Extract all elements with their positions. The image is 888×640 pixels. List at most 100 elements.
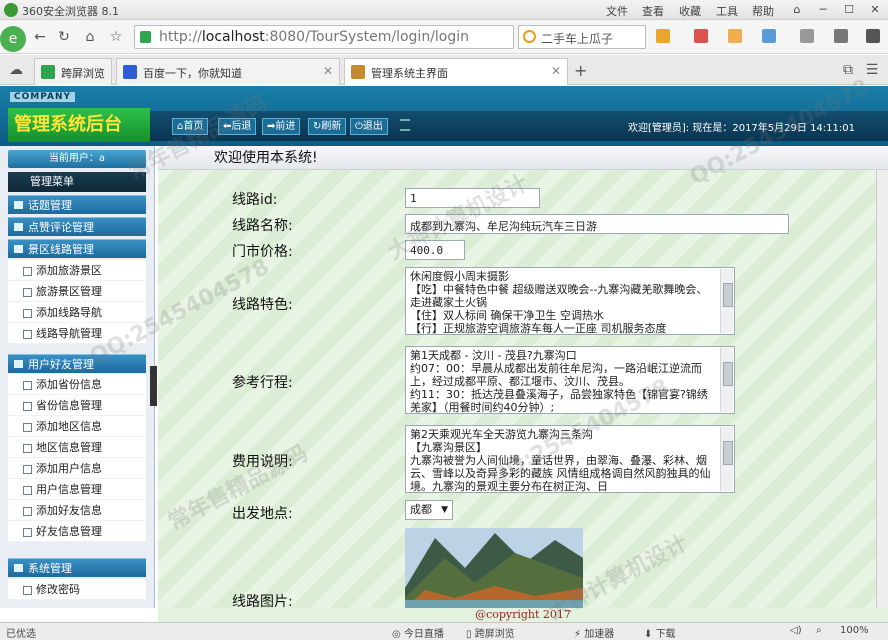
fee-scrollbar[interactable] bbox=[720, 427, 733, 491]
group-like-comment-management[interactable]: 点赞评论管理 bbox=[8, 217, 146, 236]
fee-label: 费用说明: bbox=[232, 454, 293, 470]
group-user-friend-management[interactable]: 用户好友管理 bbox=[8, 354, 146, 373]
sidebar-item-add-friend[interactable]: 添加好友信息 bbox=[8, 500, 146, 521]
secure-shield-icon bbox=[140, 31, 151, 43]
features-textarea[interactable]: 休闲度假小周末摄影 【吃】中餐特色中餐 超级赠送双晚会--九寨沟藏羌歌舞晚会、走… bbox=[405, 267, 735, 335]
cloud-icon[interactable]: ☁ bbox=[6, 60, 26, 80]
menu-help[interactable]: 帮助 bbox=[752, 3, 774, 19]
group-topic-management[interactable]: 话题管理 bbox=[8, 195, 146, 214]
status-accelerator[interactable]: ⚡ 加速器 bbox=[574, 625, 614, 640]
volume-icon[interactable]: ◁) bbox=[790, 625, 802, 636]
image-label: 线路图片: bbox=[232, 594, 293, 608]
address-bar[interactable]: http://localhost:8080/TourSystem/login/l… bbox=[134, 25, 514, 49]
menu-file[interactable]: 文件 bbox=[606, 3, 628, 19]
sidebar-item-add-route[interactable]: 添加线路导航 bbox=[8, 302, 146, 323]
reload-icon[interactable]: ↻ bbox=[54, 27, 74, 47]
close-window-icon[interactable]: ✕ bbox=[862, 1, 888, 18]
sidebar-item-add-user[interactable]: 添加用户信息 bbox=[8, 458, 146, 479]
home-icon[interactable]: ⌂ bbox=[80, 27, 100, 47]
menu-view[interactable]: 查看 bbox=[642, 3, 664, 19]
route-name-label: 线路名称: bbox=[232, 218, 293, 234]
close-tab-icon[interactable]: ✕ bbox=[323, 64, 333, 78]
browser-title: 360安全浏览器 8.1 bbox=[22, 5, 119, 18]
fee-textarea[interactable]: 第2天乘观光车全天游览九寨沟三条沟 【九寨沟景区】 九寨沟被誉为人间仙境，童话世… bbox=[405, 425, 735, 493]
refresh-button[interactable]: ↻刷新 bbox=[308, 118, 347, 135]
home-button[interactable]: ⌂首页 bbox=[172, 118, 209, 135]
browser-logo-icon bbox=[4, 3, 18, 17]
url-text[interactable]: http://localhost:8080/TourSystem/login/l… bbox=[159, 29, 469, 45]
sidebar-item-region-management[interactable]: 地区信息管理 bbox=[8, 437, 146, 458]
menu-favorites[interactable]: 收藏 bbox=[679, 3, 701, 19]
itinerary-label: 参考行程: bbox=[232, 375, 293, 391]
group-scenic-route-management[interactable]: 景区线路管理 bbox=[8, 239, 146, 258]
tab-admin-main[interactable]: 管理系统主界面 ✕ bbox=[344, 58, 568, 85]
new-tab-button[interactable]: + bbox=[574, 61, 587, 80]
mail-icon[interactable] bbox=[694, 29, 708, 43]
phone-icon bbox=[41, 65, 55, 79]
chevron-down-icon: ▼ bbox=[441, 505, 448, 515]
tab-restore-icon[interactable]: ⧉ bbox=[838, 60, 858, 80]
status-cross-screen[interactable]: ▯ 跨屏浏览 bbox=[466, 625, 515, 640]
welcome-status: 欢迎[管理员]: 现在是：2017年5月29日 14:11:01 bbox=[628, 123, 855, 134]
sidebar-collapse-handle[interactable] bbox=[150, 366, 157, 406]
sidebar-item-friend-management[interactable]: 好友信息管理 bbox=[8, 521, 146, 542]
zoom-icon[interactable]: ⌕ bbox=[816, 625, 822, 636]
menu-icon[interactable] bbox=[866, 29, 880, 43]
copyright-footer: @copyright 2017 bbox=[158, 608, 888, 622]
search-box[interactable]: 二手车上瓜子 bbox=[518, 25, 646, 49]
forward-button[interactable]: ➡前进 bbox=[262, 118, 301, 135]
sidebar-item-add-region[interactable]: 添加地区信息 bbox=[8, 416, 146, 437]
group-system-management[interactable]: 系统管理 bbox=[8, 558, 146, 577]
sidebar-item-user-management[interactable]: 用户信息管理 bbox=[8, 479, 146, 500]
status-left-text: 已优选 bbox=[6, 629, 36, 640]
sidebar-item-add-scenic[interactable]: 添加旅游景区 bbox=[8, 260, 146, 281]
apps-icon[interactable] bbox=[656, 29, 670, 43]
itinerary-textarea[interactable]: 第1天成都 - 汶川 - 茂县?九寨沟口 约07：00：早晨从成都出发前往牟尼沟… bbox=[405, 346, 735, 414]
star-icon[interactable]: ☆ bbox=[106, 27, 126, 47]
features-scrollbar[interactable] bbox=[720, 269, 733, 333]
price-label: 门市价格: bbox=[232, 244, 293, 260]
tab-bar: ☁ 跨屏浏览 百度一下，你就知道 ✕ 管理系统主界面 ✕ + ⧉ ☰ bbox=[0, 55, 888, 85]
browser-logo-large-icon: e bbox=[0, 26, 26, 52]
maximize-icon[interactable]: ☐ bbox=[836, 1, 862, 18]
price-input[interactable]: 400.0 bbox=[405, 240, 465, 260]
more-icon[interactable] bbox=[834, 29, 848, 43]
home-window-icon[interactable]: ⌂ bbox=[784, 1, 810, 18]
content-header: 欢迎使用本系统! bbox=[158, 146, 888, 170]
tab-list-icon[interactable]: ☰ bbox=[862, 60, 882, 80]
tab-baidu[interactable]: 百度一下，你就知道 ✕ bbox=[116, 58, 340, 85]
status-bar: 已优选 ◎ 今日直播 ▯ 跨屏浏览 ⚡ 加速器 ⬇ 下载 ◁) ⌕ 100% bbox=[0, 622, 888, 640]
departure-select[interactable]: 成都 ▼ bbox=[405, 500, 453, 520]
route-name-input[interactable]: 成都到九寨沟、牟尼沟纯玩汽车三日游 bbox=[405, 214, 789, 234]
sidebar-item-province-management[interactable]: 省份信息管理 bbox=[8, 395, 146, 416]
back-button[interactable]: ⬅后退 bbox=[218, 118, 257, 135]
browser-titlebar: 360安全浏览器 8.1 文件 查看 收藏 工具 帮助 ⌂ ─ ☐ ✕ bbox=[0, 0, 888, 20]
status-live[interactable]: ◎ 今日直播 bbox=[392, 625, 444, 640]
sidebar-item-route-management[interactable]: 线路导航管理 bbox=[8, 323, 146, 344]
status-zoom[interactable]: 100% bbox=[840, 625, 869, 636]
sidebar-item-change-password[interactable]: 修改密码 bbox=[8, 579, 146, 600]
screenshot-icon[interactable] bbox=[762, 29, 776, 43]
sidebar-item-add-province[interactable]: 添加省份信息 bbox=[8, 374, 146, 395]
browser-toolbar: e ← ↻ ⌂ ☆ http://localhost:8080/TourSyst… bbox=[0, 20, 888, 54]
itinerary-scrollbar[interactable] bbox=[720, 348, 733, 412]
translate-icon[interactable] bbox=[728, 29, 742, 43]
search-engine-icon bbox=[523, 30, 536, 43]
extensions-icon[interactable] bbox=[800, 29, 814, 43]
current-user-bar: 当前用户：a bbox=[8, 150, 146, 168]
tab-cross-screen[interactable]: 跨屏浏览 bbox=[34, 58, 112, 85]
content-scrollbar[interactable] bbox=[876, 170, 888, 608]
route-id-input[interactable]: 1 bbox=[405, 188, 540, 208]
logout-button[interactable]: ⏻退出 bbox=[350, 118, 388, 135]
minimize-icon[interactable]: ─ bbox=[810, 1, 836, 18]
menu-tools[interactable]: 工具 bbox=[716, 3, 738, 19]
search-text[interactable]: 二手车上瓜子 bbox=[541, 30, 613, 47]
sidebar-item-scenic-management[interactable]: 旅游景区管理 bbox=[8, 281, 146, 302]
features-label: 线路特色: bbox=[232, 297, 293, 313]
back-icon[interactable]: ← bbox=[30, 27, 50, 47]
close-tab-icon[interactable]: ✕ bbox=[551, 64, 561, 78]
status-download[interactable]: ⬇ 下载 bbox=[644, 625, 676, 640]
sidebar: 当前用户：a 管理菜单 话题管理 点赞评论管理 景区线路管理 添加旅游景区 旅游… bbox=[0, 146, 155, 608]
system-title: 管理系统后台 bbox=[8, 108, 150, 142]
toolbar-grip-icon bbox=[400, 119, 410, 131]
